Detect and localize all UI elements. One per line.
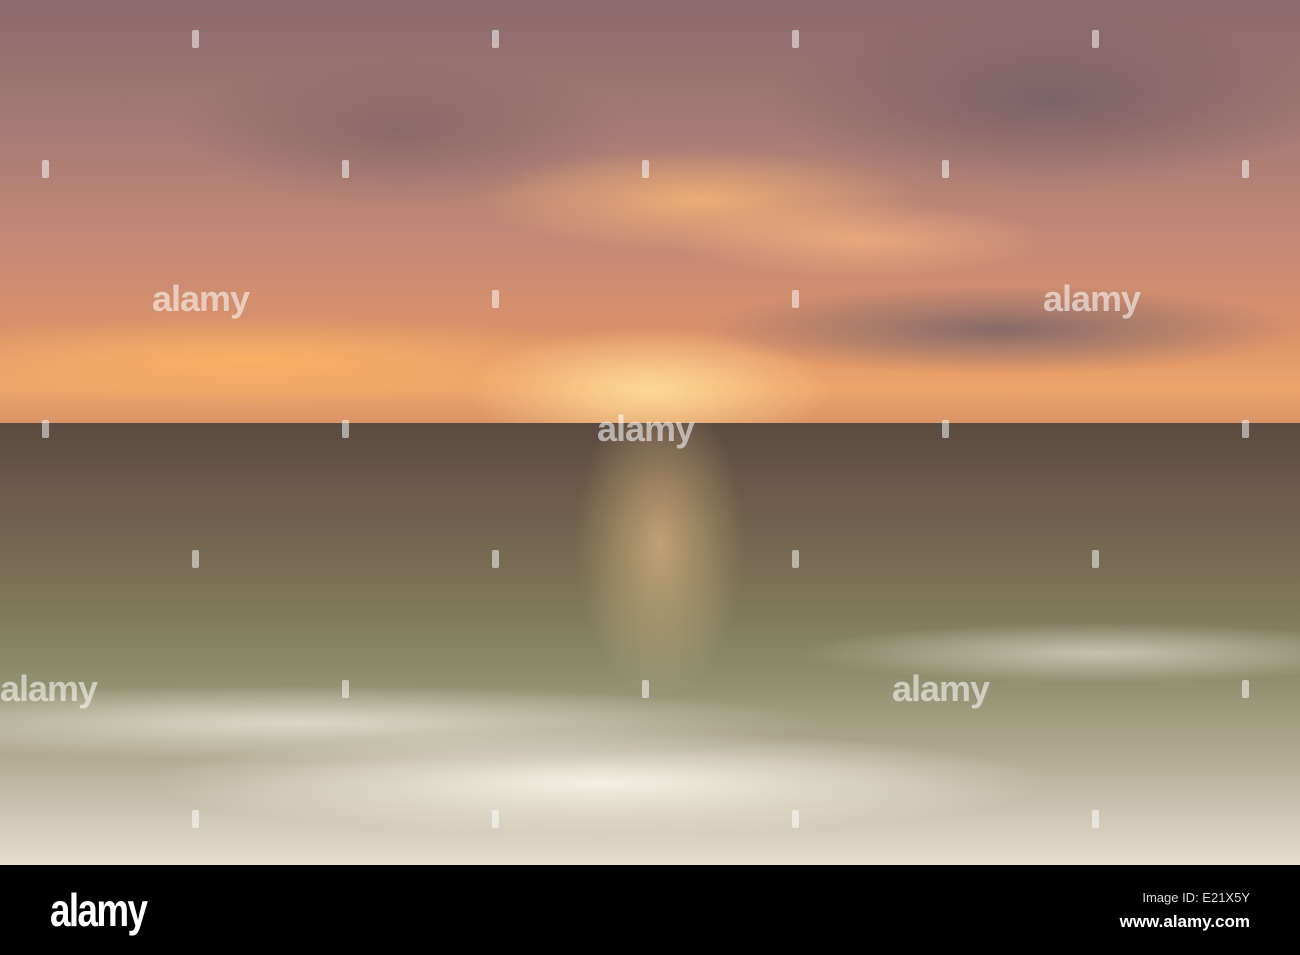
watermark: alamy <box>0 668 98 709</box>
watermark-mark <box>792 810 799 828</box>
watermark-mark <box>42 420 49 438</box>
watermark-mark <box>42 160 49 178</box>
watermark-mark <box>792 290 799 308</box>
watermark-mark <box>1092 810 1099 828</box>
sunset-sky <box>0 0 1300 423</box>
watermark-mark <box>342 160 349 178</box>
watermark-mark <box>192 550 199 568</box>
watermark-mark <box>492 550 499 568</box>
watermark: alamy <box>152 278 250 319</box>
watermark-mark <box>942 160 949 178</box>
watermark-mark <box>1092 550 1099 568</box>
watermark-mark <box>1242 680 1249 698</box>
watermark-mark <box>492 290 499 308</box>
watermark-mark <box>642 680 649 698</box>
watermark-mark <box>492 810 499 828</box>
watermark-mark <box>342 680 349 698</box>
stormy-sea <box>0 423 1300 865</box>
watermark: alamy <box>597 408 695 449</box>
website-link: www.alamy.com <box>1119 912 1250 931</box>
watermark-mark <box>1242 420 1249 438</box>
watermark: alamy <box>1043 278 1141 319</box>
image-id: Image ID: E21X5Y <box>1142 890 1250 905</box>
watermark-mark <box>1092 30 1099 48</box>
footer-bar: alamy Image ID: E21X5Y www.alamy.com <box>0 865 1300 955</box>
watermark-mark <box>942 420 949 438</box>
stock-photo: alamy alamy alamy alamy alamy alamy Imag… <box>0 0 1300 955</box>
alamy-logo: alamy <box>50 884 148 936</box>
watermark-mark <box>1242 160 1249 178</box>
watermark-mark <box>492 30 499 48</box>
watermark: alamy <box>892 668 990 709</box>
watermark-mark <box>192 810 199 828</box>
watermark-mark <box>792 30 799 48</box>
watermark-mark <box>192 30 199 48</box>
watermark-mark <box>642 160 649 178</box>
watermark-mark <box>792 550 799 568</box>
watermark-mark <box>342 420 349 438</box>
